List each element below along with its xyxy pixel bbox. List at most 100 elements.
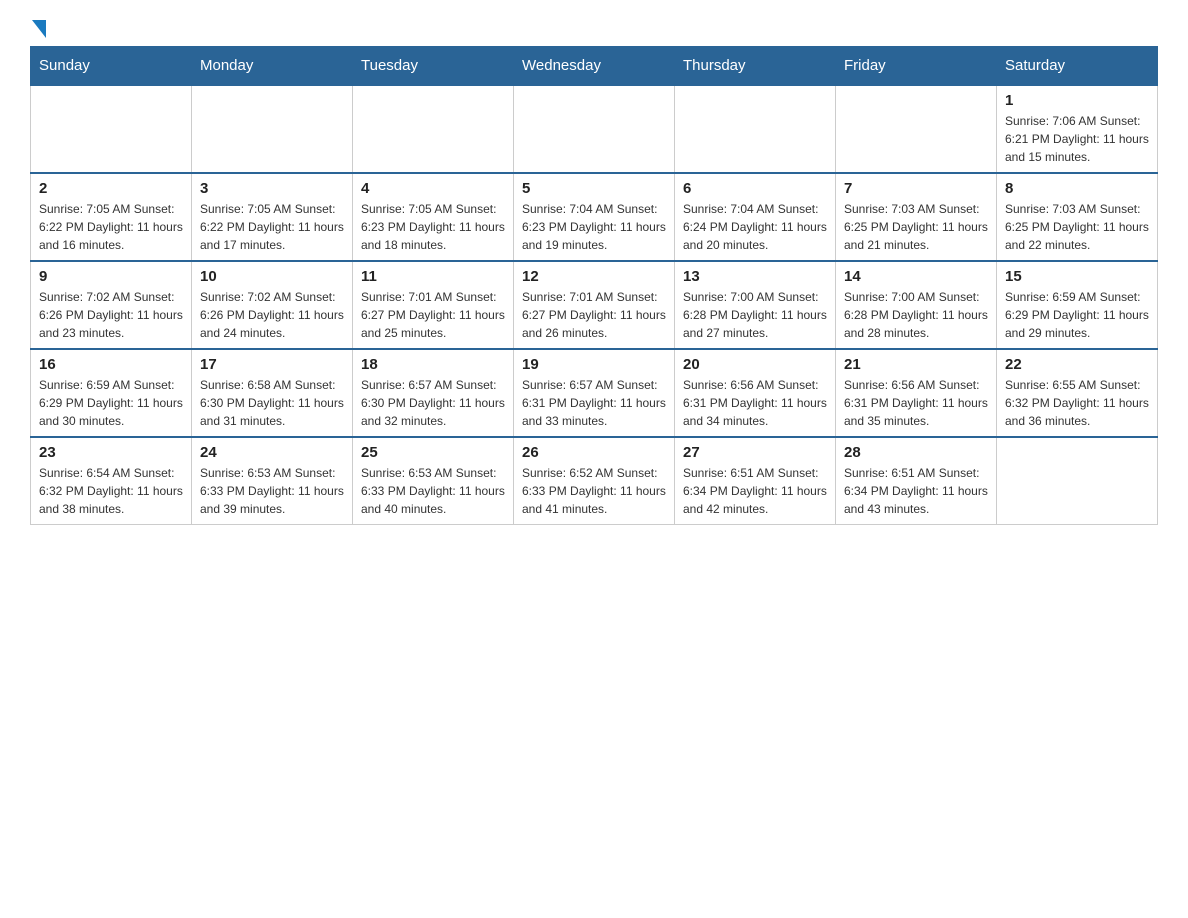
day-info: Sunrise: 7:01 AM Sunset: 6:27 PM Dayligh… (522, 288, 666, 342)
logo-arrow-icon (32, 20, 46, 38)
calendar-cell: 22 Sunrise: 6:55 AM Sunset: 6:32 PM Dayli… (997, 349, 1158, 437)
calendar-cell: 27 Sunrise: 6:51 AM Sunset: 6:34 PM Dayli… (675, 437, 836, 525)
calendar-cell: 5 Sunrise: 7:04 AM Sunset: 6:23 PM Daylig… (514, 173, 675, 261)
calendar-cell: 13 Sunrise: 7:00 AM Sunset: 6:28 PM Dayli… (675, 261, 836, 349)
calendar-cell (353, 85, 514, 173)
calendar-cell: 21 Sunrise: 6:56 AM Sunset: 6:31 PM Dayli… (836, 349, 997, 437)
day-number: 25 (361, 444, 505, 461)
calendar-cell (192, 85, 353, 173)
calendar-cell: 12 Sunrise: 7:01 AM Sunset: 6:27 PM Dayli… (514, 261, 675, 349)
calendar-cell: 19 Sunrise: 6:57 AM Sunset: 6:31 PM Dayli… (514, 349, 675, 437)
day-info: Sunrise: 7:03 AM Sunset: 6:25 PM Dayligh… (1005, 200, 1149, 254)
day-number: 5 (522, 180, 666, 197)
day-info: Sunrise: 7:02 AM Sunset: 6:26 PM Dayligh… (39, 288, 183, 342)
calendar-table: SundayMondayTuesdayWednesdayThursdayFrid… (30, 46, 1158, 525)
day-info: Sunrise: 6:51 AM Sunset: 6:34 PM Dayligh… (683, 464, 827, 518)
calendar-cell: 7 Sunrise: 7:03 AM Sunset: 6:25 PM Daylig… (836, 173, 997, 261)
calendar-week-row: 23 Sunrise: 6:54 AM Sunset: 6:32 PM Dayli… (31, 437, 1158, 525)
day-info: Sunrise: 6:52 AM Sunset: 6:33 PM Dayligh… (522, 464, 666, 518)
calendar-cell: 3Sunrise: 7:05 AM Sunset: 6:22 PM Daylig… (192, 173, 353, 261)
day-number: 6 (683, 180, 827, 197)
day-number: 18 (361, 356, 505, 373)
day-number: 28 (844, 444, 988, 461)
day-number: 20 (683, 356, 827, 373)
calendar-cell: 24 Sunrise: 6:53 AM Sunset: 6:33 PM Dayli… (192, 437, 353, 525)
day-info: Sunrise: 7:00 AM Sunset: 6:28 PM Dayligh… (844, 288, 988, 342)
day-of-week-header: Friday (836, 47, 997, 86)
day-of-week-header: Wednesday (514, 47, 675, 86)
calendar-cell (997, 437, 1158, 525)
calendar-cell: 28 Sunrise: 6:51 AM Sunset: 6:34 PM Dayli… (836, 437, 997, 525)
day-number: 2 (39, 180, 183, 197)
day-info: Sunrise: 6:59 AM Sunset: 6:29 PM Dayligh… (39, 376, 183, 430)
calendar-week-row: 1 Sunrise: 7:06 AM Sunset: 6:21 PM Daylig… (31, 85, 1158, 173)
day-number: 11 (361, 268, 505, 285)
day-number: 21 (844, 356, 988, 373)
day-info: Sunrise: 6:56 AM Sunset: 6:31 PM Dayligh… (683, 376, 827, 430)
calendar-cell: 25 Sunrise: 6:53 AM Sunset: 6:33 PM Dayli… (353, 437, 514, 525)
calendar-week-row: 2Sunrise: 7:05 AM Sunset: 6:22 PM Daylig… (31, 173, 1158, 261)
calendar-cell: 26 Sunrise: 6:52 AM Sunset: 6:33 PM Dayli… (514, 437, 675, 525)
day-info: Sunrise: 7:02 AM Sunset: 6:26 PM Dayligh… (200, 288, 344, 342)
day-info: Sunrise: 6:53 AM Sunset: 6:33 PM Dayligh… (200, 464, 344, 518)
calendar-cell: 23 Sunrise: 6:54 AM Sunset: 6:32 PM Dayli… (31, 437, 192, 525)
logo (30, 20, 46, 36)
calendar-cell (514, 85, 675, 173)
day-number: 13 (683, 268, 827, 285)
day-of-week-header: Saturday (997, 47, 1158, 86)
day-number: 15 (1005, 268, 1149, 285)
calendar-cell: 2Sunrise: 7:05 AM Sunset: 6:22 PM Daylig… (31, 173, 192, 261)
day-number: 7 (844, 180, 988, 197)
calendar-cell: 17 Sunrise: 6:58 AM Sunset: 6:30 PM Dayli… (192, 349, 353, 437)
day-info: Sunrise: 6:59 AM Sunset: 6:29 PM Dayligh… (1005, 288, 1149, 342)
day-number: 12 (522, 268, 666, 285)
calendar-cell: 20 Sunrise: 6:56 AM Sunset: 6:31 PM Dayli… (675, 349, 836, 437)
day-info: Sunrise: 6:57 AM Sunset: 6:30 PM Dayligh… (361, 376, 505, 430)
day-of-week-header: Monday (192, 47, 353, 86)
day-of-week-header: Thursday (675, 47, 836, 86)
calendar-cell: 18 Sunrise: 6:57 AM Sunset: 6:30 PM Dayli… (353, 349, 514, 437)
day-number: 3 (200, 180, 344, 197)
day-number: 1 (1005, 92, 1149, 109)
day-number: 23 (39, 444, 183, 461)
day-info: Sunrise: 7:00 AM Sunset: 6:28 PM Dayligh… (683, 288, 827, 342)
day-info: Sunrise: 6:53 AM Sunset: 6:33 PM Dayligh… (361, 464, 505, 518)
day-info: Sunrise: 7:05 AM Sunset: 6:23 PM Dayligh… (361, 200, 505, 254)
calendar-cell: 10 Sunrise: 7:02 AM Sunset: 6:26 PM Dayli… (192, 261, 353, 349)
day-info: Sunrise: 6:51 AM Sunset: 6:34 PM Dayligh… (844, 464, 988, 518)
day-number: 27 (683, 444, 827, 461)
page-header (30, 20, 1158, 36)
day-number: 26 (522, 444, 666, 461)
day-info: Sunrise: 6:55 AM Sunset: 6:32 PM Dayligh… (1005, 376, 1149, 430)
day-info: Sunrise: 7:04 AM Sunset: 6:23 PM Dayligh… (522, 200, 666, 254)
day-number: 14 (844, 268, 988, 285)
day-info: Sunrise: 6:54 AM Sunset: 6:32 PM Dayligh… (39, 464, 183, 518)
day-number: 16 (39, 356, 183, 373)
calendar-cell: 15 Sunrise: 6:59 AM Sunset: 6:29 PM Dayli… (997, 261, 1158, 349)
day-of-week-header: Sunday (31, 47, 192, 86)
calendar-header-row: SundayMondayTuesdayWednesdayThursdayFrid… (31, 47, 1158, 86)
day-number: 19 (522, 356, 666, 373)
day-number: 9 (39, 268, 183, 285)
calendar-cell: 1 Sunrise: 7:06 AM Sunset: 6:21 PM Daylig… (997, 85, 1158, 173)
calendar-cell: 11 Sunrise: 7:01 AM Sunset: 6:27 PM Dayli… (353, 261, 514, 349)
calendar-cell (31, 85, 192, 173)
day-info: Sunrise: 6:57 AM Sunset: 6:31 PM Dayligh… (522, 376, 666, 430)
day-info: Sunrise: 7:06 AM Sunset: 6:21 PM Dayligh… (1005, 112, 1149, 166)
day-info: Sunrise: 6:58 AM Sunset: 6:30 PM Dayligh… (200, 376, 344, 430)
day-info: Sunrise: 7:03 AM Sunset: 6:25 PM Dayligh… (844, 200, 988, 254)
calendar-cell: 9 Sunrise: 7:02 AM Sunset: 6:26 PM Daylig… (31, 261, 192, 349)
day-number: 24 (200, 444, 344, 461)
day-info: Sunrise: 6:56 AM Sunset: 6:31 PM Dayligh… (844, 376, 988, 430)
calendar-cell: 8Sunrise: 7:03 AM Sunset: 6:25 PM Daylig… (997, 173, 1158, 261)
day-of-week-header: Tuesday (353, 47, 514, 86)
calendar-cell: 6 Sunrise: 7:04 AM Sunset: 6:24 PM Daylig… (675, 173, 836, 261)
calendar-week-row: 9 Sunrise: 7:02 AM Sunset: 6:26 PM Daylig… (31, 261, 1158, 349)
day-info: Sunrise: 7:04 AM Sunset: 6:24 PM Dayligh… (683, 200, 827, 254)
day-number: 4 (361, 180, 505, 197)
day-number: 22 (1005, 356, 1149, 373)
day-number: 10 (200, 268, 344, 285)
calendar-cell: 4 Sunrise: 7:05 AM Sunset: 6:23 PM Daylig… (353, 173, 514, 261)
day-number: 17 (200, 356, 344, 373)
day-info: Sunrise: 7:01 AM Sunset: 6:27 PM Dayligh… (361, 288, 505, 342)
